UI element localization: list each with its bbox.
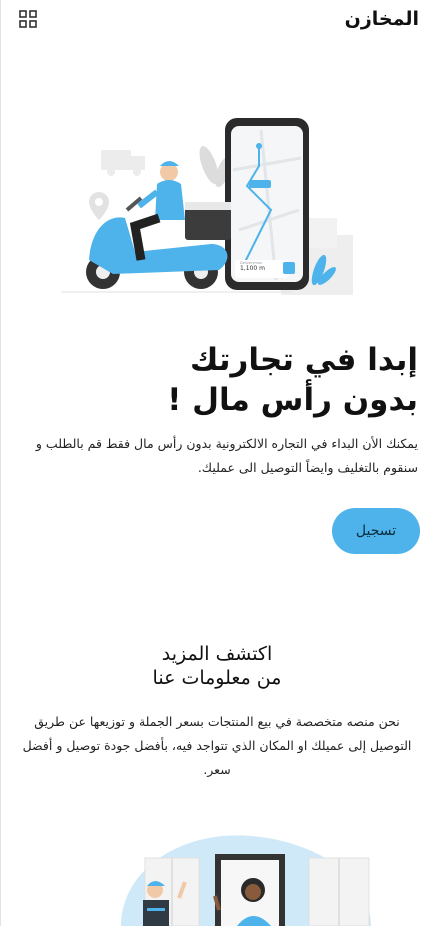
about-description: نحن منصه متخصصة في بيع المنتجات بسعر الج…: [22, 714, 412, 777]
hero-description: يمكنك الأن البداء في التجاره الالكترونية…: [35, 436, 418, 475]
register-button[interactable]: تسجيل: [332, 508, 420, 554]
about-title-line-1: اكتشف المزيد: [161, 643, 273, 665]
hero-title: إبدا في تجارتك بدون رأس مال !: [38, 340, 418, 420]
top-bar: المخازن: [1, 0, 432, 44]
phone-caption-label: Deliveryman: [240, 261, 262, 265]
brand-logo-text[interactable]: المخازن: [345, 8, 419, 30]
delivery-illustration: 1,100 m Deliveryman: [61, 118, 353, 295]
about-title-line-2: من معلومات عنا: [152, 667, 282, 689]
courier-door-illustration: [121, 835, 371, 926]
grid-icon[interactable]: [19, 10, 37, 28]
hero-title-line-2: بدون رأس مال !: [167, 382, 418, 418]
about-section-title: اكتشف المزيد من معلومات عنا: [1, 642, 432, 690]
phone-distance-label: 1,100 m: [240, 265, 265, 272]
hero-title-line-1: إبدا في تجارتك: [189, 342, 418, 378]
